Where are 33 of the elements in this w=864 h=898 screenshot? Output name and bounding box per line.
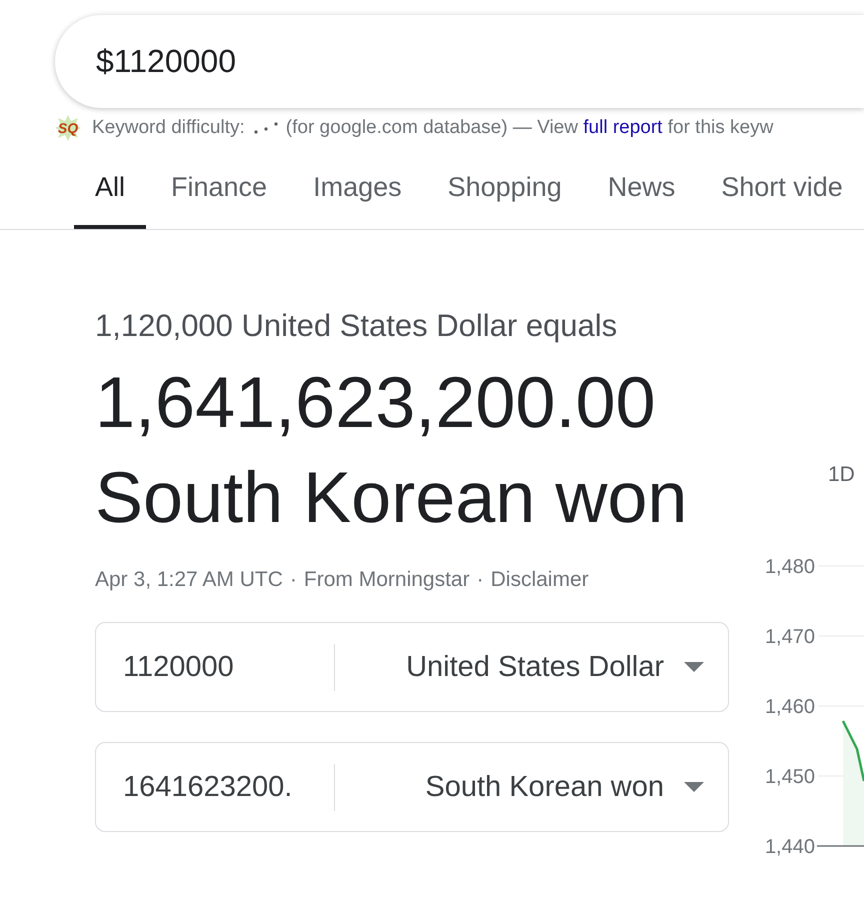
y-axis-label: 1,480 [764, 556, 815, 578]
separator-dot: · [290, 568, 297, 592]
y-axis-label: 1,440 [764, 836, 815, 858]
y-axis-label: 1,450 [764, 766, 815, 788]
conversion-summary: 1,120,000 United States Dollar equals [95, 307, 618, 345]
currency-dropdown[interactable]: United States Dollar [335, 623, 728, 711]
keyword-note: (for google.com database) — View full report for this keyw [286, 117, 774, 139]
search-tab[interactable]: Finance [150, 150, 288, 229]
loading-dots-icon [254, 122, 278, 134]
y-axis-label: 1,470 [764, 626, 815, 648]
search-tab[interactable]: News [586, 150, 696, 229]
caret-icon [684, 662, 704, 672]
y-axis-label: 1,460 [764, 696, 815, 718]
search-tab[interactable]: Short vide [700, 150, 864, 229]
amount-input[interactable]: 1120000 [96, 650, 334, 684]
range-tab[interactable]: 1D [828, 463, 855, 487]
keyword-difficulty-label: Keyword difficulty: [92, 117, 245, 139]
search-tab[interactable]: All [74, 150, 146, 229]
caret-icon [684, 782, 704, 792]
result-currency: South Korean won [95, 457, 688, 540]
full-report-link[interactable]: full report [583, 117, 662, 138]
disclaimer-link[interactable]: Disclaimer [490, 568, 589, 592]
search-tab[interactable]: Shopping [426, 150, 583, 229]
result-amount: 1,641,623,200.00 [95, 362, 657, 445]
search-field[interactable]: $1120000 [55, 15, 864, 108]
search-tab[interactable]: Images [292, 150, 423, 229]
currency-dropdown[interactable]: South Korean won [335, 743, 728, 831]
timestamp-text: Apr 3, 1:27 AM UTC [95, 568, 283, 592]
extension-logo: SQ [55, 115, 81, 141]
source-text: From Morningstar [304, 568, 470, 592]
x-axis-line [817, 845, 864, 847]
separator-dot: · [476, 568, 484, 592]
amount-input[interactable]: 1641623200. [96, 770, 334, 804]
